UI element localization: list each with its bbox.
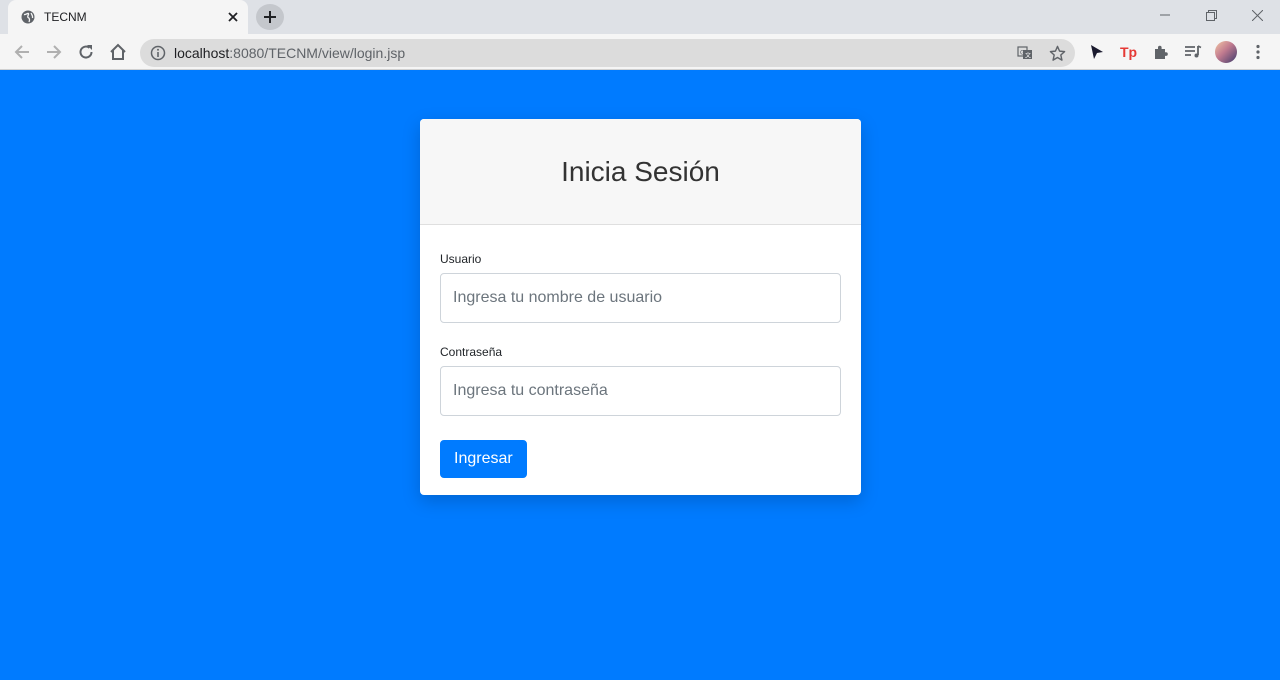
address-bar[interactable]: localhost:8080/TECNM/view/login.jsp G文 bbox=[140, 39, 1075, 67]
plus-icon bbox=[264, 11, 276, 23]
minimize-icon bbox=[1160, 14, 1170, 16]
close-icon bbox=[1251, 9, 1263, 21]
svg-text:文: 文 bbox=[1025, 52, 1031, 60]
back-button[interactable] bbox=[10, 40, 34, 64]
profile-avatar[interactable] bbox=[1215, 41, 1237, 63]
password-input[interactable] bbox=[440, 366, 841, 416]
tp-extension-button[interactable]: Tp bbox=[1118, 41, 1140, 63]
tp-extension-label: Tp bbox=[1120, 44, 1137, 60]
username-label: Usuario bbox=[440, 252, 482, 266]
arrow-right-icon bbox=[47, 45, 62, 59]
media-control-button[interactable] bbox=[1182, 41, 1204, 63]
login-button[interactable]: Ingresar bbox=[440, 440, 527, 478]
login-card: Inicia Sesión Usuario Contraseña Ingresa… bbox=[420, 119, 861, 495]
minimize-button[interactable] bbox=[1142, 0, 1188, 30]
arrow-left-icon bbox=[14, 45, 29, 59]
kebab-menu-icon bbox=[1256, 44, 1260, 60]
reload-button[interactable] bbox=[74, 40, 98, 64]
tab-title: TECNM bbox=[44, 10, 87, 24]
home-icon bbox=[110, 43, 126, 60]
browser-toolbar: localhost:8080/TECNM/view/login.jsp G文 T… bbox=[0, 34, 1280, 70]
close-icon[interactable] bbox=[224, 8, 242, 26]
forward-button[interactable] bbox=[42, 40, 66, 64]
translate-icon[interactable]: G文 bbox=[1016, 44, 1034, 62]
url-host: localhost bbox=[174, 45, 230, 61]
playlist-icon bbox=[1185, 45, 1202, 58]
restore-icon bbox=[1205, 9, 1217, 21]
puzzle-icon bbox=[1155, 45, 1168, 59]
username-input[interactable] bbox=[440, 273, 841, 323]
cursor-extension-button[interactable] bbox=[1086, 41, 1108, 63]
home-button[interactable] bbox=[106, 40, 130, 64]
extensions-button[interactable] bbox=[1150, 41, 1172, 63]
star-icon[interactable] bbox=[1048, 44, 1066, 62]
url-path: :8080/TECNM/view/login.jsp bbox=[229, 45, 406, 61]
restore-button[interactable] bbox=[1188, 0, 1234, 30]
page-title: Inicia Sesión bbox=[561, 155, 720, 187]
url-text: localhost:8080/TECNM/view/login.jsp bbox=[174, 45, 405, 61]
new-tab-button[interactable] bbox=[256, 4, 284, 30]
reload-icon bbox=[79, 45, 93, 59]
tab-strip: TECNM bbox=[0, 0, 1280, 34]
info-icon[interactable] bbox=[150, 45, 166, 61]
password-label: Contraseña bbox=[440, 345, 503, 359]
login-card-header: Inicia Sesión bbox=[420, 119, 861, 225]
cursor-icon bbox=[1091, 45, 1103, 59]
close-window-button[interactable] bbox=[1234, 0, 1280, 30]
menu-button[interactable] bbox=[1247, 41, 1269, 63]
login-form: Usuario Contraseña Ingresar bbox=[420, 252, 861, 478]
browser-tab[interactable]: TECNM bbox=[8, 0, 248, 34]
tp-icon: Tp bbox=[1120, 44, 1137, 60]
globe-icon bbox=[21, 10, 35, 24]
